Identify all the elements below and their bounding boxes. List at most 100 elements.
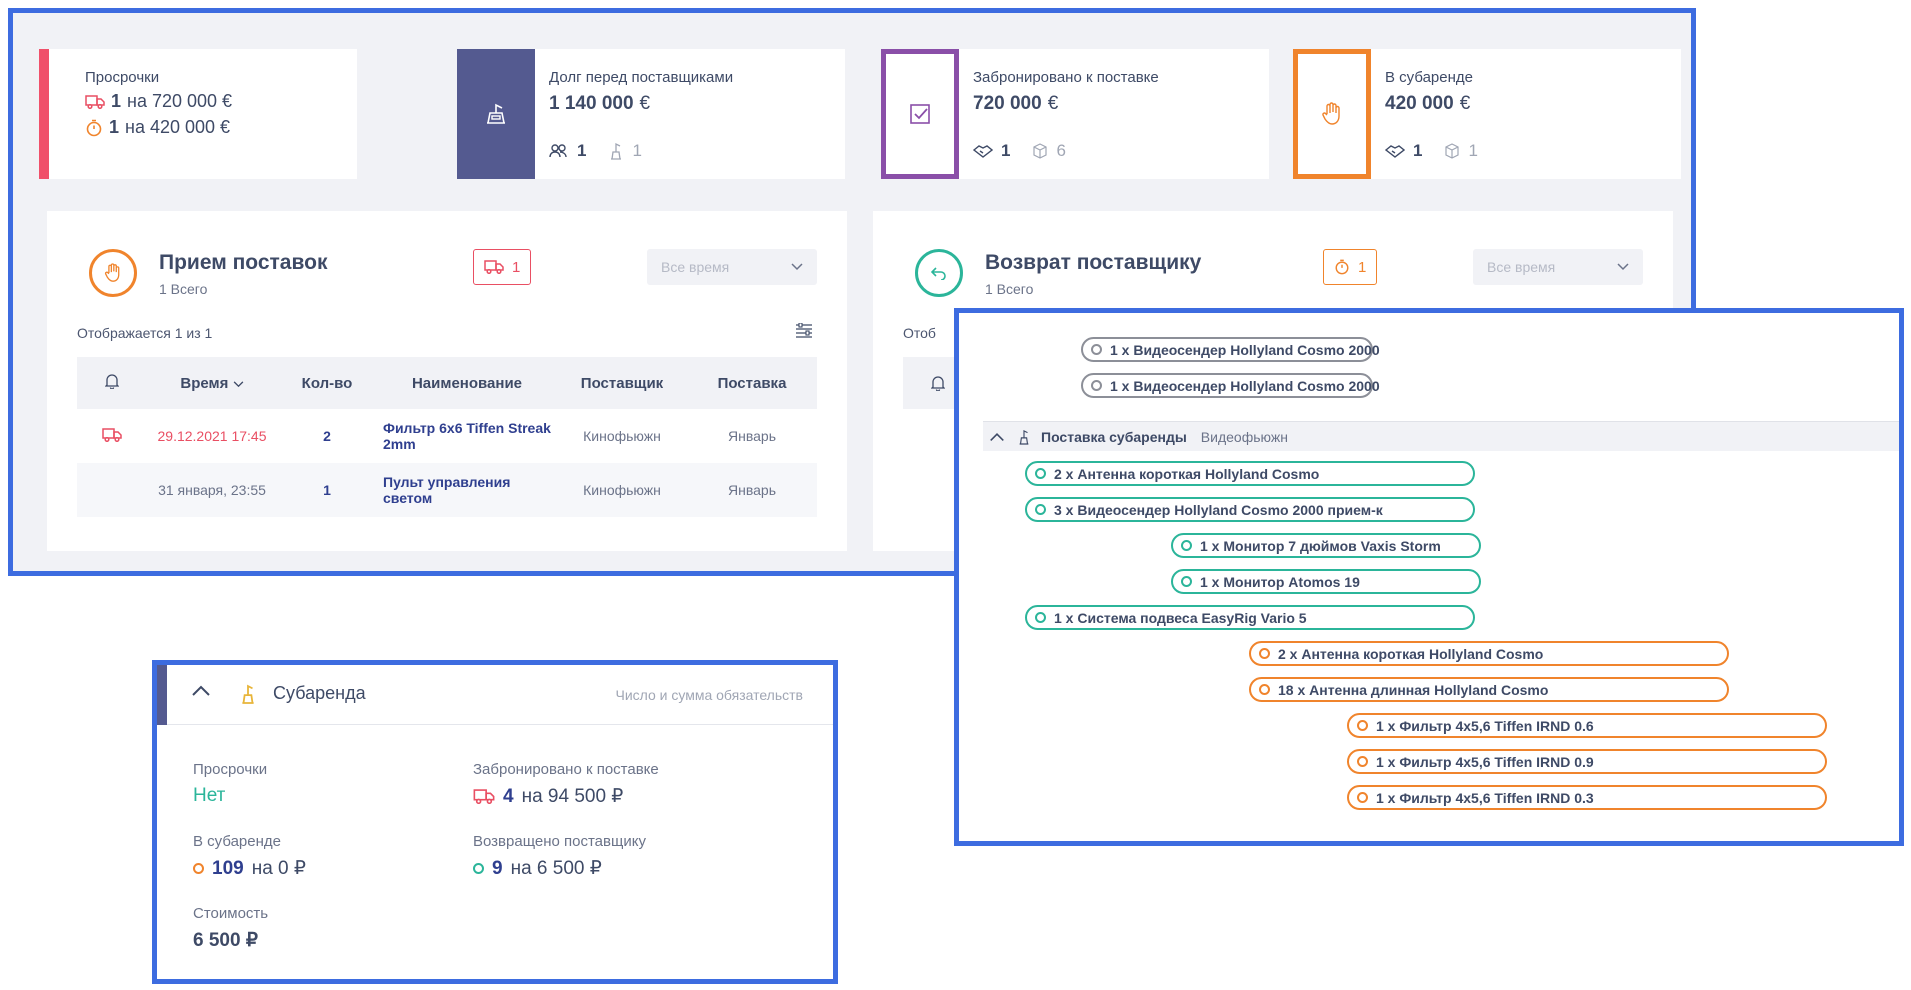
row-delivery: Январь xyxy=(687,463,817,517)
kpi-booked-amount: 720 000 xyxy=(973,93,1042,114)
timeline-bar[interactable]: 18 х Антенна длинная Hollyland Cosmo xyxy=(1249,677,1729,702)
status-dot-icon xyxy=(1035,468,1046,479)
timeline-bar-label: 1 х Монитор Atomos 19 xyxy=(1200,573,1360,590)
col-supplier[interactable]: Поставщик xyxy=(557,357,687,409)
kpi-booked-box-count: 6 xyxy=(1056,141,1066,160)
timeline-bar[interactable]: 2 х Антенна короткая Hollyland Cosmo xyxy=(1025,461,1475,486)
timeline-group-row[interactable]: Поставка субаренды Видеофьюжн xyxy=(983,421,1899,451)
timeline-bar[interactable]: 1 х Система подвеса EasyRig Vario 5 xyxy=(1025,605,1475,630)
status-dot-icon xyxy=(1035,612,1046,623)
status-dot-icon xyxy=(193,863,204,874)
receipts-overdue-badge[interactable]: 1 xyxy=(473,249,532,285)
returned-value: 9 на 6 500 ₽ xyxy=(473,857,602,880)
kpi-overdue[interactable]: Просрочки 1 на 720 000 € 1 на 420 000 € xyxy=(39,49,357,179)
chevron-up-icon[interactable] xyxy=(191,683,211,697)
insub-text: на 0 ₽ xyxy=(251,858,306,879)
returns-overdue-badge[interactable]: 1 xyxy=(1323,249,1378,285)
timeline-bar-label: 1 х Система подвеса EasyRig Vario 5 xyxy=(1054,609,1307,626)
status-dot-icon xyxy=(1181,576,1192,587)
truck-icon xyxy=(85,94,105,109)
kpi-overdue-row-delivery: 1 на 720 000 € xyxy=(85,91,232,112)
returns-circle xyxy=(915,249,963,297)
overdue-label: Просрочки xyxy=(193,761,268,778)
timeline-bar-label: 1 х Фильтр 4x5,6 Tiffen IRND 0.6 xyxy=(1376,717,1594,734)
insub-label: В субаренде xyxy=(193,833,281,850)
row-delivery: Январь xyxy=(728,428,776,444)
receipts-circle xyxy=(89,249,137,297)
kpi-subrent-currency: € xyxy=(1459,93,1471,114)
status-dot-icon xyxy=(1259,684,1270,695)
row-supplier: Кинофьюжн xyxy=(583,428,661,444)
chevron-down-icon xyxy=(791,263,803,271)
timeline-bar-label: 1 х Монитор 7 дюймов Vaxis Storm xyxy=(1200,537,1441,554)
chevron-up-icon[interactable] xyxy=(989,431,1005,442)
returns-period-select[interactable]: Все время xyxy=(1473,249,1643,285)
col-time[interactable]: Время xyxy=(147,357,277,409)
row-name-link[interactable]: Фильтр 6x6 Tiffen Streak 2mm xyxy=(377,409,557,463)
table-row[interactable]: 31 января, 23:55 1 Пульт управления свет… xyxy=(77,463,817,517)
timeline-bar[interactable]: 1 х Видеосендер Hollyland Cosmo 2000 xyxy=(1081,337,1380,362)
row-time: 29.12.2021 17:45 xyxy=(157,428,267,444)
kpi-debt-icon-box xyxy=(457,49,535,179)
people-icon xyxy=(549,144,567,158)
timeline-bar[interactable]: 1 х Фильтр 4x5,6 Tiffen IRND 0.9 xyxy=(1347,749,1827,774)
table-row[interactable]: 29.12.2021 17:45 2 Фильтр 6x6 Tiffen Str… xyxy=(77,409,817,463)
status-dot-icon xyxy=(1091,380,1102,391)
timeline-panel: 1 х Видеосендер Hollyland Cosmo 2000 1 х… xyxy=(954,308,1904,846)
kpi-subrent[interactable]: В субаренде 420 000 € 1 1 xyxy=(1293,49,1681,179)
insub-count: 109 xyxy=(212,857,244,879)
kpi-booked[interactable]: Забронировано к поставке 720 000 € 1 6 xyxy=(881,49,1269,179)
timeline-bar[interactable]: 1 х Монитор 7 дюймов Vaxis Storm xyxy=(1171,533,1481,558)
returns-showing: Отоб xyxy=(903,325,936,341)
status-dot-icon xyxy=(1091,344,1102,355)
kpi-debt-amount: 1 140 000 xyxy=(549,93,634,114)
receipts-title: Прием поставок xyxy=(159,251,328,274)
timeline-bar-label: 18 х Антенна длинная Hollyland Cosmo xyxy=(1278,681,1549,698)
subrent-summary-header[interactable]: Субаренда Число и сумма обязательств xyxy=(157,665,833,725)
chevron-down-icon xyxy=(233,380,243,387)
timeline-bar-label: 1 х Видеосендер Hollyland Cosmo 2000 xyxy=(1110,377,1380,394)
kpi-debt-label: Долг перед поставщиками xyxy=(549,69,734,86)
return-arrow-icon xyxy=(931,267,946,280)
col-delivery[interactable]: Поставка xyxy=(687,357,817,409)
col-name[interactable]: Наименование xyxy=(377,357,557,409)
row-supplier: Кинофьюжн xyxy=(557,463,687,517)
returns-period-value: Все время xyxy=(1487,259,1556,275)
subrent-summary-panel: Субаренда Число и сумма обязательств Про… xyxy=(152,660,838,984)
timeline-bar-label: 1 х Фильтр 4x5,6 Tiffen IRND 0.9 xyxy=(1376,753,1594,770)
timeline-bar[interactable]: 1 х Фильтр 4x5,6 Tiffen IRND 0.6 xyxy=(1347,713,1827,738)
kpi-debt-meta: 1 1 xyxy=(549,141,642,161)
truck-icon xyxy=(484,260,504,274)
timeline-bar[interactable]: 1 х Фильтр 4x5,6 Tiffen IRND 0.3 xyxy=(1347,785,1827,810)
truck-icon xyxy=(473,789,495,804)
timeline-bar[interactable]: 1 х Видеосендер Hollyland Cosmo 2000 xyxy=(1081,373,1380,398)
col-qty[interactable]: Кол-во xyxy=(277,357,377,409)
timeline-bar-label: 2 х Антенна короткая Hollyland Cosmo xyxy=(1054,465,1320,482)
row-alert-cell xyxy=(77,409,147,463)
kpi-debt[interactable]: Долг перед поставщиками 1 140 000 € 1 1 xyxy=(457,49,845,179)
kpi-booked-meta: 1 6 xyxy=(973,141,1066,161)
kpi-overdue-row-timer: 1 на 420 000 € xyxy=(85,117,230,138)
row-name-link[interactable]: Пульт управления светом xyxy=(377,463,557,517)
kpi-booked-deal-count: 1 xyxy=(1001,141,1011,160)
handshake-icon xyxy=(973,145,993,158)
receipts-table: Время Кол-во Наименование Поставщик Пост… xyxy=(77,357,817,517)
timeline-bar[interactable]: 2 х Антенна короткая Hollyland Cosmo xyxy=(1249,641,1729,666)
kpi-debt-people-count: 1 xyxy=(577,141,587,160)
cost-label: Стоимость xyxy=(193,905,269,922)
timeline-bar[interactable]: 3 х Видеосендер Hollyland Cosmo 2000 при… xyxy=(1025,497,1475,522)
row-alert-cell xyxy=(77,463,147,517)
overdue-value: Нет xyxy=(193,785,226,806)
kpi-subrent-amount-wrap: 420 000 € xyxy=(1385,93,1470,115)
col-notify[interactable] xyxy=(77,357,147,409)
kpi-overdue-row2-text: на 420 000 € xyxy=(125,117,231,137)
filter-settings-button[interactable] xyxy=(795,322,813,344)
returns-subtitle: 1 Всего xyxy=(985,281,1034,297)
subrent-summary-note: Число и сумма обязательств xyxy=(615,687,804,703)
subrent-icon xyxy=(611,142,622,160)
box-icon xyxy=(1445,143,1460,159)
hand-icon xyxy=(104,263,120,282)
receipts-period-select[interactable]: Все время xyxy=(647,249,817,285)
subrent-icon xyxy=(1019,429,1029,445)
timeline-bar[interactable]: 1 х Монитор Atomos 19 xyxy=(1171,569,1481,594)
